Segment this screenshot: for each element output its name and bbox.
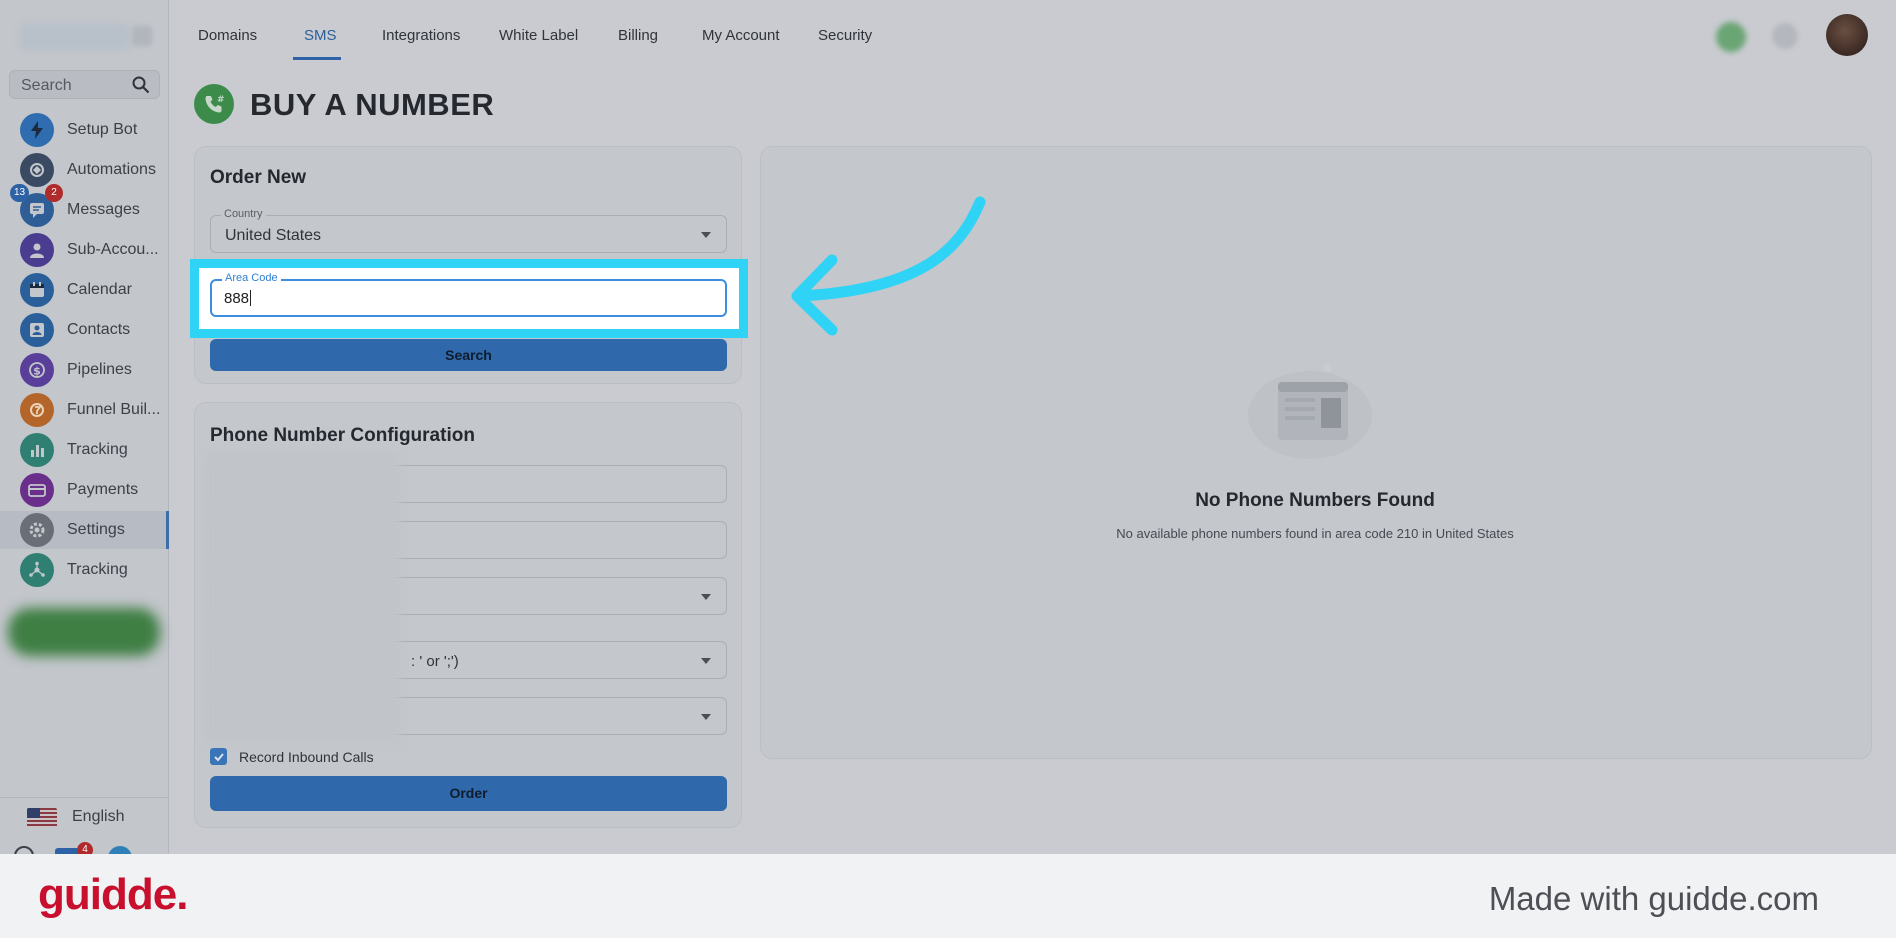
order-new-title: Order New bbox=[210, 167, 307, 188]
country-value: United States bbox=[225, 227, 322, 244]
sidebar-item-setup-bot[interactable]: Setup Bot bbox=[0, 111, 169, 149]
record-inbound-checkbox[interactable] bbox=[210, 748, 227, 765]
area-code-label: Area Code bbox=[222, 272, 281, 284]
sidebar-item-settings[interactable]: Settings bbox=[0, 511, 169, 549]
bolt-icon bbox=[20, 113, 54, 147]
upgrade-button[interactable] bbox=[8, 608, 160, 656]
sidebar-item-label: Payments bbox=[67, 481, 139, 498]
funnel-icon bbox=[20, 393, 54, 427]
sidebar-item-funnel-builder[interactable]: Funnel Buil... bbox=[0, 391, 169, 429]
tab-security[interactable]: Security bbox=[818, 27, 872, 44]
guidde-logo: guidde. bbox=[38, 870, 188, 919]
chart-icon bbox=[20, 433, 54, 467]
collapse-icon[interactable] bbox=[132, 26, 152, 46]
search-button[interactable]: Search bbox=[210, 339, 727, 371]
card-icon bbox=[20, 473, 54, 507]
svg-text:#: # bbox=[217, 95, 225, 105]
sidebar-item-label: Automations bbox=[67, 161, 156, 178]
language-label: English bbox=[72, 808, 125, 825]
sidebar-item-automations[interactable]: Automations bbox=[0, 151, 169, 189]
chevron-down-icon bbox=[701, 658, 711, 664]
area-code-value-wrap: 888 bbox=[224, 290, 252, 307]
sidebar-item-label: Contacts bbox=[67, 321, 131, 338]
check-icon bbox=[213, 752, 224, 761]
sidebar-search-input[interactable]: Search bbox=[9, 70, 160, 99]
empty-state-message: No available phone numbers found in area… bbox=[1116, 526, 1514, 541]
sidebar-item-pipelines[interactable]: $ Pipelines bbox=[0, 351, 169, 389]
messages-count-badge: 13 bbox=[10, 184, 30, 202]
sidebar: Search Setup Bot Automations Messages 13… bbox=[0, 0, 169, 858]
tab-billing[interactable]: Billing bbox=[618, 27, 658, 44]
sidebar-item-label: Tracking bbox=[67, 561, 128, 578]
search-placeholder: Search bbox=[21, 77, 72, 94]
sidebar-item-payments[interactable]: Payments bbox=[0, 471, 169, 509]
help-icon[interactable] bbox=[1772, 23, 1798, 49]
sidebar-item-label: Settings bbox=[67, 521, 125, 538]
tab-white-label[interactable]: White Label bbox=[499, 27, 578, 44]
sidebar-item-label: Setup Bot bbox=[67, 121, 138, 138]
company-logo[interactable] bbox=[20, 24, 130, 50]
sidebar-item-label: Funnel Buil... bbox=[67, 401, 161, 418]
sidebar-item-label: Sub-Accou... bbox=[67, 241, 159, 258]
contacts-icon bbox=[20, 313, 54, 347]
area-code-value: 888 bbox=[224, 290, 250, 307]
language-selector[interactable]: English bbox=[0, 797, 169, 837]
sidebar-item-sub-accounts[interactable]: Sub-Accou... bbox=[0, 231, 169, 269]
search-icon[interactable] bbox=[131, 75, 151, 95]
avatar[interactable] bbox=[1826, 14, 1868, 56]
user-icon bbox=[20, 233, 54, 267]
blurred-region bbox=[205, 453, 400, 743]
record-inbound-label: Record Inbound Calls bbox=[239, 749, 374, 765]
empty-state-illustration bbox=[1248, 364, 1372, 459]
top-navigation: Domains SMS Integrations White Label Bil… bbox=[170, 0, 1896, 60]
automation-icon bbox=[20, 153, 54, 187]
text-cursor bbox=[250, 290, 252, 306]
tab-integrations[interactable]: Integrations bbox=[382, 27, 460, 44]
chevron-down-icon bbox=[701, 594, 711, 600]
pointer-arrow-icon bbox=[791, 196, 986, 336]
country-select[interactable]: Country United States bbox=[210, 208, 727, 253]
order-button[interactable]: Order bbox=[210, 776, 727, 811]
area-code-input[interactable]: Area Code 888 bbox=[210, 272, 727, 317]
phone-config-title: Phone Number Configuration bbox=[210, 425, 475, 446]
calendar-icon bbox=[20, 273, 54, 307]
made-with-text: Made with guidde.com bbox=[1488, 880, 1819, 917]
dollar-icon: $ bbox=[20, 353, 54, 387]
sidebar-item-tracking[interactable]: Tracking bbox=[0, 431, 169, 469]
gear-icon bbox=[20, 513, 54, 547]
phone-status-icon[interactable] bbox=[1716, 22, 1746, 52]
config-hint-text: : ' or ';') bbox=[411, 653, 459, 670]
chevron-down-icon bbox=[701, 714, 711, 720]
active-tab-indicator bbox=[293, 57, 341, 60]
sidebar-item-label: Messages bbox=[67, 201, 140, 218]
svg-text:$: $ bbox=[33, 365, 41, 378]
us-flag-icon bbox=[27, 808, 57, 828]
sidebar-item-label: Calendar bbox=[67, 281, 132, 298]
phone-hash-icon: # bbox=[194, 84, 234, 124]
network-icon bbox=[20, 553, 54, 587]
sidebar-item-label: Tracking bbox=[67, 441, 128, 458]
messages-unread-badge: 2 bbox=[45, 184, 63, 202]
chevron-down-icon bbox=[701, 232, 711, 238]
empty-state-title: No Phone Numbers Found bbox=[1195, 490, 1435, 511]
tab-domains[interactable]: Domains bbox=[198, 27, 257, 44]
sidebar-item-contacts[interactable]: Contacts bbox=[0, 311, 169, 349]
sidebar-item-calendar[interactable]: Calendar bbox=[0, 271, 169, 309]
page-title: BUY A NUMBER bbox=[250, 87, 495, 122]
tab-my-account[interactable]: My Account bbox=[702, 27, 780, 44]
sidebar-item-label: Pipelines bbox=[67, 361, 132, 378]
sidebar-item-tracking-2[interactable]: Tracking bbox=[0, 551, 169, 589]
tab-sms[interactable]: SMS bbox=[304, 27, 337, 44]
country-label: Country bbox=[221, 208, 266, 220]
